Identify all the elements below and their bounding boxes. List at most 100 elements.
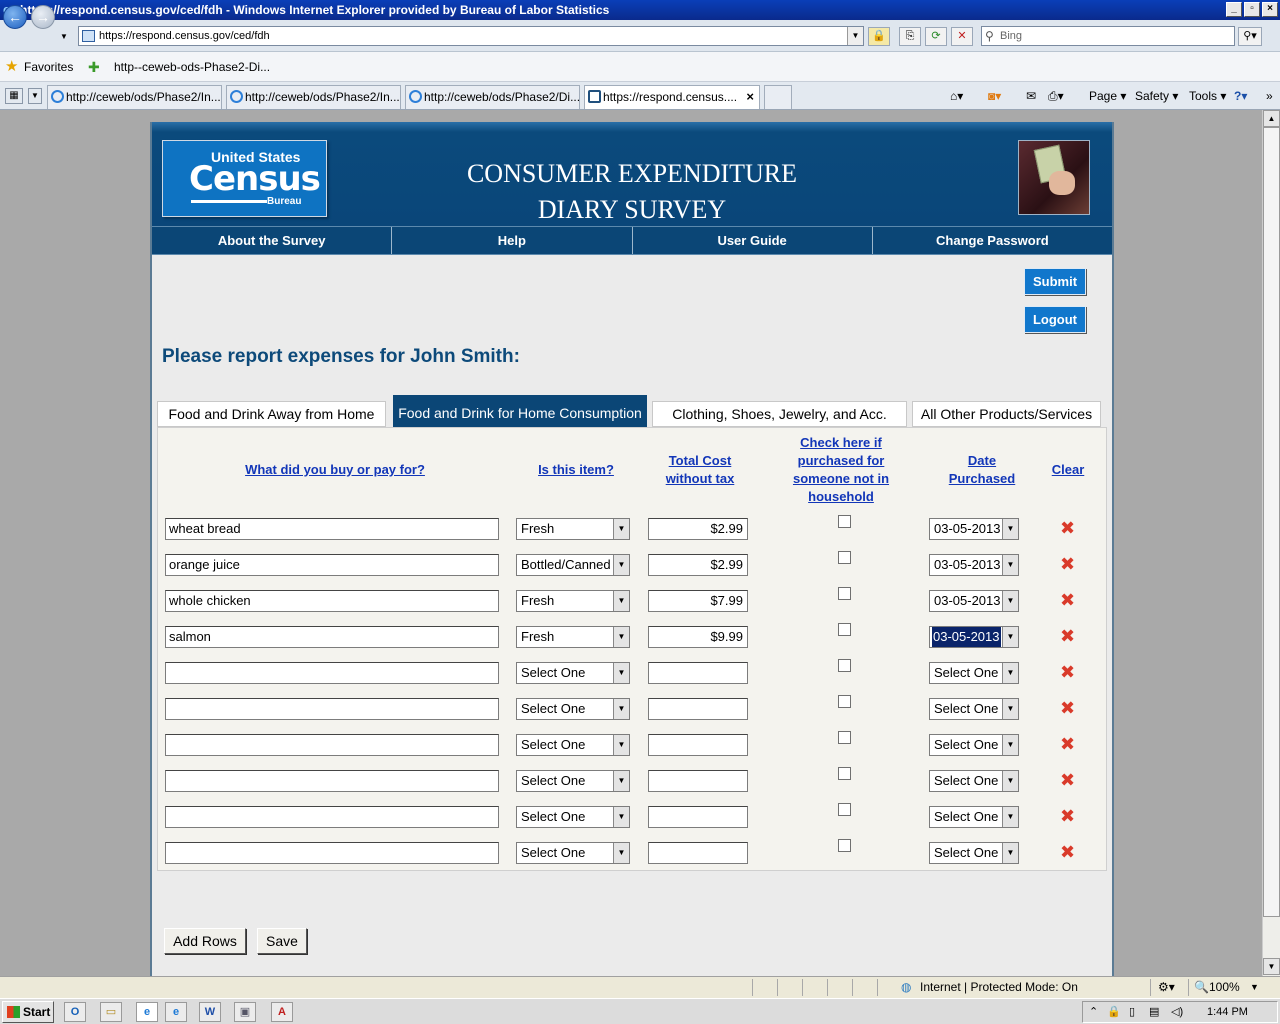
- browser-tab-2[interactable]: http://ceweb/ods/Phase2/In...: [226, 85, 401, 109]
- not-in-household-checkbox[interactable]: [838, 551, 851, 564]
- tray-device-icon[interactable]: ▯: [1129, 1002, 1135, 1022]
- cost-input[interactable]: $2.99: [648, 554, 748, 576]
- close-tab-icon[interactable]: ×: [746, 86, 754, 108]
- scroll-up-icon[interactable]: ▲: [1263, 110, 1280, 127]
- not-in-household-checkbox[interactable]: [838, 659, 851, 672]
- cost-input[interactable]: [648, 842, 748, 864]
- item-type-select[interactable]: Select One ▼: [516, 806, 630, 828]
- date-select[interactable]: 03-05-2013 ▼: [929, 590, 1019, 612]
- close-window-button[interactable]: ×: [1262, 2, 1278, 17]
- search-go-icon[interactable]: ⚲▾: [1238, 27, 1262, 46]
- nav-help[interactable]: Help: [391, 227, 631, 254]
- item-input[interactable]: [165, 734, 499, 756]
- clear-row-icon[interactable]: ✖: [1060, 663, 1075, 681]
- feeds-icon[interactable]: ◙▾: [988, 86, 1001, 106]
- outlook-icon[interactable]: O: [64, 1002, 86, 1022]
- tab-list-dropdown-icon[interactable]: ▼: [28, 88, 42, 104]
- clear-row-icon[interactable]: ✖: [1060, 843, 1075, 861]
- chevron-down-icon[interactable]: ▼: [1002, 663, 1018, 683]
- not-in-household-checkbox[interactable]: [838, 623, 851, 636]
- back-arrow-icon[interactable]: ←: [3, 5, 27, 29]
- item-input[interactable]: [165, 698, 499, 720]
- item-type-select[interactable]: Select One ▼: [516, 842, 630, 864]
- item-input[interactable]: [165, 842, 499, 864]
- logout-button[interactable]: Logout: [1024, 306, 1086, 333]
- date-select[interactable]: 03-05-2013 ▼: [929, 518, 1019, 540]
- scroll-down-icon[interactable]: ▼: [1263, 958, 1280, 975]
- word-icon[interactable]: W: [199, 1002, 221, 1022]
- not-in-household-checkbox[interactable]: [838, 839, 851, 852]
- chevron-down-icon[interactable]: ▼: [1002, 843, 1018, 863]
- item-type-select[interactable]: Select One ▼: [516, 662, 630, 684]
- browser-tab-1[interactable]: http://ceweb/ods/Phase2/In...: [47, 85, 222, 109]
- chevron-down-icon[interactable]: ▼: [1002, 699, 1018, 719]
- item-input[interactable]: whole chicken: [165, 590, 499, 612]
- minimize-button[interactable]: _: [1226, 2, 1242, 17]
- clock[interactable]: 1:44 PM: [1207, 1002, 1248, 1022]
- col-header-cost[interactable]: Total Cost without tax: [648, 452, 752, 488]
- chevron-down-icon[interactable]: ▼: [1002, 555, 1018, 575]
- tray-volume-icon[interactable]: ◁): [1171, 1002, 1183, 1022]
- item-type-select[interactable]: Select One ▼: [516, 698, 630, 720]
- favorites-button[interactable]: Favorites: [24, 52, 73, 82]
- new-tab-button[interactable]: [764, 85, 792, 109]
- item-input[interactable]: salmon: [165, 626, 499, 648]
- cost-input[interactable]: [648, 806, 748, 828]
- search-input[interactable]: ⚲ Bing: [981, 26, 1235, 46]
- browser-tab-active[interactable]: https://respond.census.... ×: [584, 85, 760, 109]
- clear-row-icon[interactable]: ✖: [1060, 735, 1075, 753]
- scrollbar-thumb[interactable]: [1263, 127, 1280, 917]
- clear-row-icon[interactable]: ✖: [1060, 591, 1075, 609]
- item-input[interactable]: [165, 806, 499, 828]
- col-header-clear[interactable]: Clear: [1042, 461, 1094, 479]
- chevron-down-icon[interactable]: ▼: [613, 555, 629, 575]
- lock-icon[interactable]: 🔒: [868, 27, 890, 46]
- item-input[interactable]: wheat bread: [165, 518, 499, 540]
- vertical-scrollbar[interactable]: ▲ ▼: [1262, 110, 1280, 976]
- date-select[interactable]: Select One ▼: [929, 770, 1019, 792]
- nav-change-password[interactable]: Change Password: [871, 227, 1112, 254]
- cost-input[interactable]: $9.99: [648, 626, 748, 648]
- chevron-down-icon[interactable]: ▼: [613, 591, 629, 611]
- tab-food-away[interactable]: Food and Drink Away from Home: [157, 401, 386, 427]
- compatibility-icon[interactable]: ⎘: [899, 27, 921, 46]
- ie-taskbar-icon[interactable]: e: [136, 1002, 158, 1022]
- zoom-dropdown-icon[interactable]: ▼: [1250, 977, 1259, 997]
- chevron-down-icon[interactable]: ▼: [1002, 807, 1018, 827]
- clear-row-icon[interactable]: ✖: [1060, 555, 1075, 573]
- date-select[interactable]: Select One ▼: [929, 698, 1019, 720]
- tab-other-products[interactable]: All Other Products/Services: [912, 401, 1101, 427]
- restore-button[interactable]: ▫: [1244, 2, 1260, 17]
- chevron-down-icon[interactable]: ▼: [1002, 627, 1018, 647]
- chevron-down-icon[interactable]: ▼: [613, 735, 629, 755]
- page-menu[interactable]: Page ▾: [1089, 86, 1126, 106]
- not-in-household-checkbox[interactable]: [838, 731, 851, 744]
- home-icon[interactable]: ⌂▾: [950, 86, 963, 106]
- item-input[interactable]: orange juice: [165, 554, 499, 576]
- tray-lock-icon[interactable]: 🔒: [1107, 1002, 1121, 1022]
- add-rows-button[interactable]: Add Rows: [164, 928, 246, 954]
- acrobat-icon[interactable]: A: [271, 1002, 293, 1022]
- cost-input[interactable]: [648, 770, 748, 792]
- browser-tab-3[interactable]: http://ceweb/ods/Phase2/Di...: [405, 85, 580, 109]
- add-favorite-icon[interactable]: ✚: [88, 52, 100, 82]
- nav-user-guide[interactable]: User Guide: [631, 227, 872, 254]
- item-input[interactable]: [165, 770, 499, 792]
- item-type-select[interactable]: Bottled/Canned ▼: [516, 554, 630, 576]
- history-dropdown-icon[interactable]: ▼: [60, 32, 68, 41]
- date-select[interactable]: Select One ▼: [929, 842, 1019, 864]
- quick-tabs-icon[interactable]: ▦: [5, 88, 23, 104]
- not-in-household-checkbox[interactable]: [838, 803, 851, 816]
- cost-input[interactable]: $7.99: [648, 590, 748, 612]
- submit-button[interactable]: Submit: [1024, 268, 1086, 295]
- folder-icon[interactable]: ▭: [100, 1002, 122, 1022]
- protected-mode-icon[interactable]: ⚙▾: [1158, 977, 1175, 997]
- security-zone[interactable]: Internet | Protected Mode: On: [920, 977, 1078, 997]
- zoom-level[interactable]: 100%: [1209, 977, 1240, 997]
- item-type-select[interactable]: Fresh ▼: [516, 590, 630, 612]
- col-header-type[interactable]: Is this item?: [528, 461, 624, 479]
- save-button[interactable]: Save: [257, 928, 307, 954]
- item-type-select[interactable]: Select One ▼: [516, 770, 630, 792]
- tab-food-home[interactable]: Food and Drink for Home Consumption: [393, 395, 647, 427]
- chevron-down-icon[interactable]: ▼: [1002, 519, 1018, 539]
